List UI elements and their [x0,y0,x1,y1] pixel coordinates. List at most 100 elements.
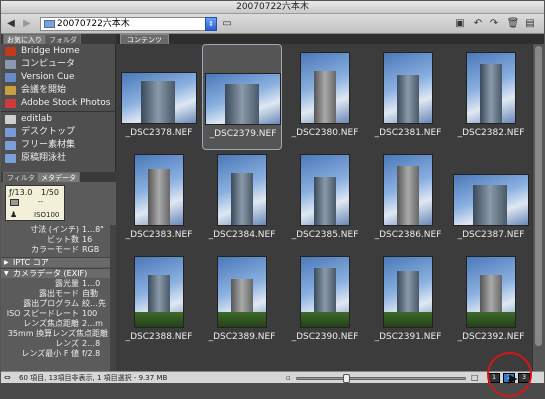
exif-row-exposure: 露光量 1…0 [55,279,101,288]
metadata-panel: ƒ/13.0 1/50 -- ♟ ISO100 寸法 (インチ) 1…8" ビット… [1,182,116,371]
sidebar-item-free-materials[interactable]: フリー素材集 [1,139,116,152]
exif-row-iso: ISO スピードレート 100 [6,309,98,318]
window-title: 20070722六本木 [1,1,544,14]
new-window-button[interactable]: ▤ [523,17,537,31]
bridge-window: 20070722六本木 ◀ ▶ 20070722六本木 ⇕ ▭ ▣ ↶ ↷ 🗑 … [0,0,545,399]
thumbnail-image[interactable] [300,256,350,328]
sidebar: お気に入り フォルダ Bridge Home コンピュータ Version Cu… [1,34,116,371]
sidebar-item-computer[interactable]: コンピュータ [1,58,116,71]
tab-content[interactable]: コンテンツ [120,34,169,44]
fnumber: ƒ/13.0 [9,188,33,197]
desktop-background [0,383,545,399]
thumbnail-item[interactable]: _DSC2385.NEF [285,146,365,252]
sidebar-item-bridge-home[interactable]: Bridge Home [1,45,116,58]
slider-knob[interactable] [342,374,350,383]
thumbnail-item[interactable]: _DSC2389.NEF [202,248,282,354]
meta-row-colormode: カラーモード RGB [31,245,100,254]
thumbnail-label: _DSC2379.NEF [209,129,277,139]
delete-button[interactable]: 🗑 [506,17,520,31]
thumbnail-item[interactable]: _DSC2384.NEF [202,146,282,252]
path-label: 20070722六本木 [57,19,130,29]
sidebar-item-manuscripts[interactable]: 原稿翔泳社 [1,152,116,165]
sidebar-item-version-cue[interactable]: Version Cue [1,71,116,84]
sidebar-item-stock-photos[interactable]: Adobe Stock Photos [1,97,116,110]
thumbnail-item[interactable]: _DSC2380.NEF [285,44,365,150]
bridge-home-icon [5,47,16,56]
stock-photos-icon [5,99,16,108]
path-dropdown[interactable]: 20070722六本木 ⇕ [40,17,217,31]
sidebar-item-editlab[interactable]: editlab [1,113,116,126]
thumbnail-item[interactable]: _DSC2382.NEF [451,44,531,150]
thumbnail-image[interactable] [453,174,529,226]
folder-icon [5,141,16,150]
thumbnail-label: _DSC2383.NEF [125,230,193,240]
metering-icon [10,199,19,206]
exif-row-focal35: 35mm 換算レンズ焦点距離 [7,329,108,338]
camera-data-box: ƒ/13.0 1/50 -- ♟ ISO100 [5,185,65,221]
exif-row-min-fnumber: レンズ最小 F 値 f/2.8 [21,349,101,358]
thumbnail-item[interactable]: _DSC2381.NEF [368,44,448,150]
go-up-button[interactable]: ▭ [220,17,234,31]
forward-button[interactable]: ▶ [20,17,34,31]
folder-icon [44,20,55,28]
thumbnail-item[interactable]: _DSC2387.NEF [451,146,531,252]
thumbnail-item[interactable]: _DSC2383.NEF [119,146,199,252]
thumbnail-label: _DSC2381.NEF [374,128,442,138]
thumbnail-item[interactable]: _DSC2379.NEF [202,44,282,150]
thumbnail-label: _DSC2391.NEF [374,332,442,342]
thumbnail-item[interactable]: _DSC2378.NEF [119,44,199,150]
thumbnail-label: _DSC2387.NEF [457,230,525,240]
meta-row-dimensions: 寸法 (インチ) 1…8" [30,225,104,234]
tab-filter[interactable]: フィルタ [3,172,39,182]
thumbnail-image[interactable] [217,256,267,328]
thumbnail-image[interactable] [134,256,184,328]
thumbnail-size-slider[interactable] [296,374,466,383]
tab-folders[interactable]: フォルダ [45,34,81,44]
home-icon [5,115,16,124]
flash-value: -- [38,198,44,206]
scrollbar-thumb[interactable] [535,46,542,346]
metadata-tabbar: フィルタ メタデータ [1,172,116,182]
chevron-down-icon[interactable]: ⇕ [205,17,217,31]
content-tabbar: コンテンツ [116,34,544,44]
thumbnail-item[interactable]: _DSC2386.NEF [368,146,448,252]
thumbnail-image[interactable] [383,256,433,328]
thumbnail-image[interactable] [300,52,350,124]
sidebar-item-desktop[interactable]: デスクトップ [1,126,116,139]
thumbnail-label: _DSC2380.NEF [291,128,359,138]
sidebar-item-meeting[interactable]: 会議を開始 [1,84,116,97]
content-scrollbar[interactable] [532,44,544,371]
thumbnail-label: _DSC2384.NEF [208,230,276,240]
exif-section-header[interactable]: カメラデータ (EXIF) [1,268,116,279]
divider [1,111,116,112]
thumbnail-label: _DSC2386.NEF [374,230,442,240]
thumbnail-item[interactable]: _DSC2390.NEF [285,248,365,354]
back-button[interactable]: ◀ [4,17,18,31]
thumbnail-image[interactable] [383,154,433,226]
thumbnail-image[interactable] [466,52,516,124]
thumbnail-image[interactable] [217,154,267,226]
person-icon: ♟ [10,210,18,219]
thumbnail-image[interactable] [383,52,433,124]
rotate-left-button[interactable]: ↶ [471,17,485,31]
thumbnail-label: _DSC2378.NEF [125,128,193,138]
tab-metadata[interactable]: メタデータ [37,172,80,182]
thumbnail-image[interactable] [466,256,516,328]
thumbnail-image[interactable] [300,154,350,226]
folder-icon [5,154,16,163]
thumbnail-item[interactable]: _DSC2392.NEF [451,248,531,354]
tab-favorites[interactable]: お気に入り [3,34,46,44]
camera-download-button[interactable]: ▣ [453,17,467,31]
desktop-icon [5,128,16,137]
content-panel: コンテンツ _DSC2378.NEF _DSC2379.NEF _DSC2380.N… [116,34,544,371]
rotate-right-button[interactable]: ↷ [487,17,501,31]
iptc-section-header[interactable]: IPTC コア [1,257,116,268]
thumbnail-item[interactable]: _DSC2391.NEF [368,248,448,354]
thumbnail-item[interactable]: _DSC2388.NEF [119,248,199,354]
thumbnail-image[interactable] [121,72,197,124]
exif-row-exposure-mode: 露出モード 自動 [39,289,98,298]
exif-row-lens: レンズ 2…8 [55,339,101,348]
thumbnail-image[interactable] [134,154,184,226]
thumbnail-label: _DSC2388.NEF [125,332,193,342]
thumbnail-image[interactable] [205,73,281,125]
